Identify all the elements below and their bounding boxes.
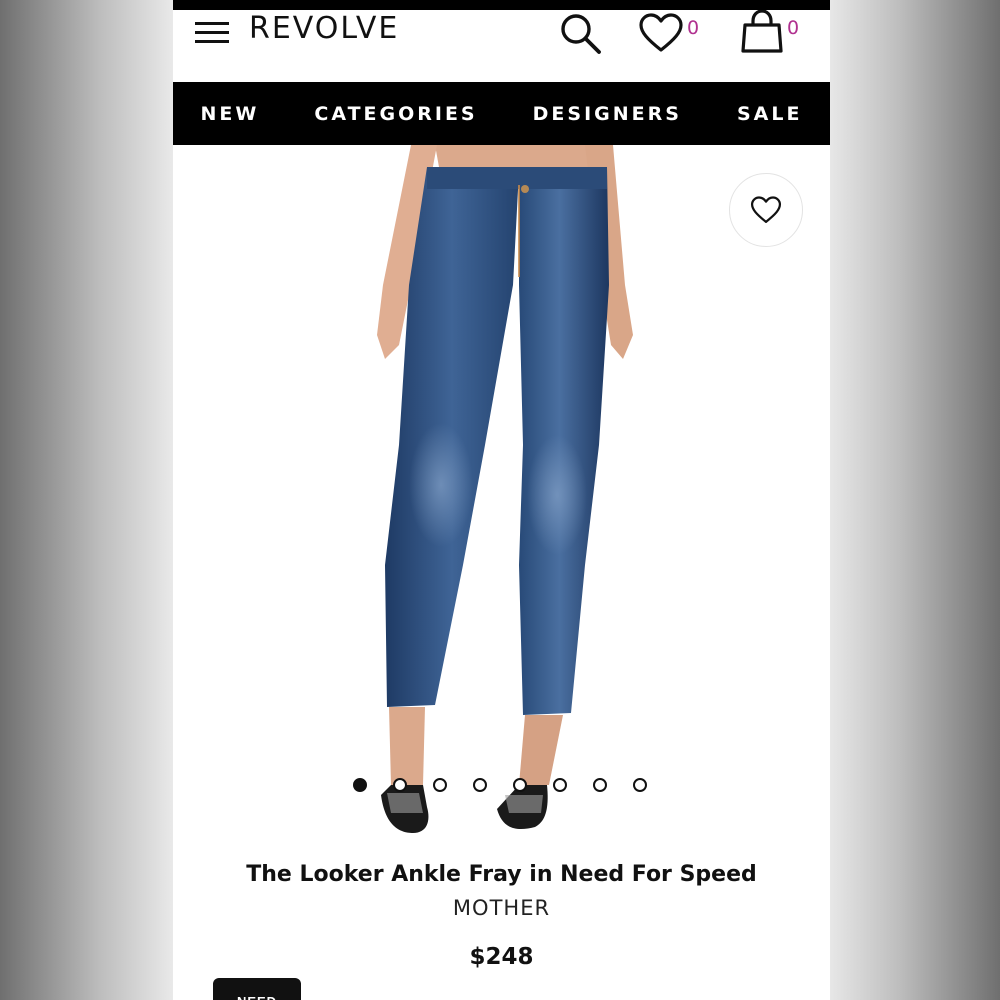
product-price: $248: [469, 944, 534, 970]
main-nav: NEW CATEGORIES DESIGNERS SALE: [173, 82, 830, 145]
carousel-dot[interactable]: [353, 778, 367, 792]
shopping-bag-icon[interactable]: [739, 10, 785, 54]
carousel-dot[interactable]: [513, 778, 527, 792]
carousel-dot[interactable]: [593, 778, 607, 792]
search-icon[interactable]: [559, 12, 603, 56]
site-header: REVOLVE 0 0: [173, 10, 830, 82]
nav-new[interactable]: NEW: [201, 103, 260, 125]
nav-categories[interactable]: CATEGORIES: [314, 103, 477, 125]
carousel-indicators: [353, 778, 647, 792]
hamburger-menu-icon[interactable]: [195, 22, 229, 44]
carousel-dot[interactable]: [553, 778, 567, 792]
carousel-dot[interactable]: [433, 778, 447, 792]
favorite-button[interactable]: [729, 173, 803, 247]
carousel-dot[interactable]: [633, 778, 647, 792]
carousel-dot[interactable]: [393, 778, 407, 792]
bag-count: 0: [787, 17, 800, 39]
help-badge[interactable]: NEED: [213, 978, 301, 1000]
heart-icon[interactable]: [638, 13, 684, 53]
nav-designers[interactable]: DESIGNERS: [533, 103, 682, 125]
carousel-dot[interactable]: [473, 778, 487, 792]
wishlist-count: 0: [687, 17, 700, 39]
nav-sale[interactable]: SALE: [737, 103, 802, 125]
site-logo[interactable]: REVOLVE: [249, 11, 399, 46]
status-bar: [173, 0, 830, 10]
product-title: The Looker Ankle Fray in Need For Speed: [246, 862, 757, 887]
product-brand[interactable]: MOTHER: [173, 896, 830, 920]
product-image[interactable]: [173, 145, 830, 845]
phone-screen: REVOLVE 0 0 NEW CATEGORIES DESIGNERS SAL…: [173, 0, 830, 1000]
heart-outline-icon: [750, 196, 782, 223]
